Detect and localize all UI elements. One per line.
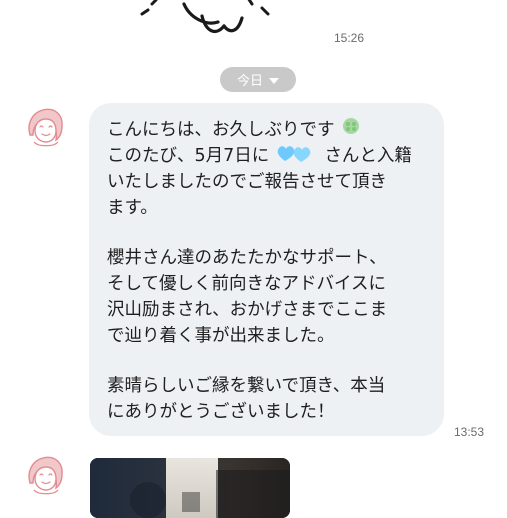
message-line: いたしましたのでご報告させて頂き [107,172,387,192]
message-time: 15:26 [334,31,365,45]
message-line: にありがとうございました！ [107,402,335,422]
message-bubble[interactable]: こんにちは、お久しぶりです このたび、5月7日に さんと入籍 いたしましたのでご… [89,103,444,436]
message-line: こんにちは、お久しぶりです [107,117,426,143]
flower-emoji-icon [342,117,360,143]
message-line: ます。 [107,198,158,218]
date-label: 今日 [236,74,263,89]
photo-message-thumbnail[interactable] [90,458,290,518]
message-line: このたび、5月7日に さんと入籍 [107,143,426,169]
avatar[interactable] [21,101,71,151]
chevron-down-icon [269,77,279,84]
message-line: 素晴らしいご縁を繋いで頂き、本当 [107,376,386,396]
redaction-hearts-icon [275,143,319,165]
avatar[interactable] [21,449,71,499]
message-time: 13:53 [454,425,485,439]
message-line: 櫻井さん達のあたたかなサポート、 [107,248,387,268]
message-line: で辿り着く事が出来ました。 [107,326,335,346]
message-line: 沢山励まされ、おかげさまでここま [107,300,388,320]
message-line: そして優しく前向きなアドバイスに [107,274,386,294]
date-separator-pill[interactable]: 今日 [220,67,296,92]
sticker-image [120,0,290,48]
